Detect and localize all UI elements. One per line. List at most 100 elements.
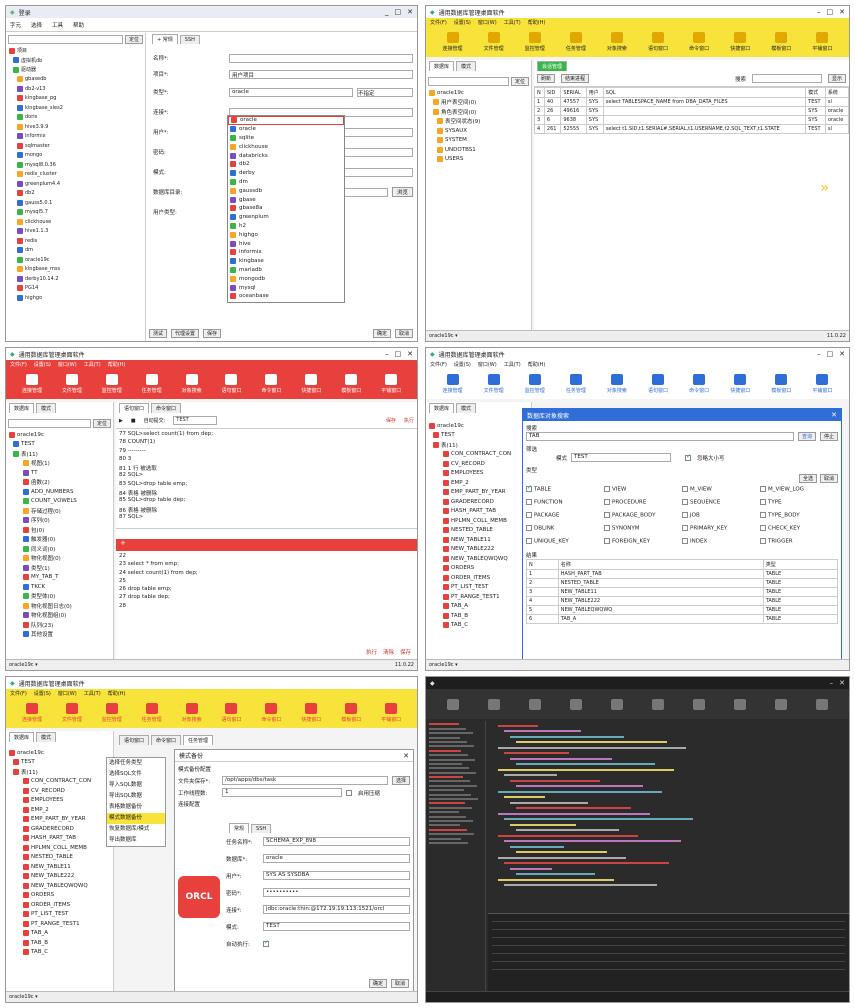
tree-item[interactable]: greenplum4.4 [9, 179, 145, 189]
minimize-button[interactable]: – [830, 679, 834, 687]
tree-item[interactable] [429, 811, 459, 814]
tree-item[interactable]: oracle19c [9, 748, 113, 758]
table-row[interactable]: 6 TAB_A TABLE [526, 614, 839, 624]
cancel-button[interactable]: 取消 [390, 979, 409, 988]
tree-item[interactable] [429, 727, 466, 730]
threads-input[interactable]: 1 [222, 788, 342, 797]
tree-item[interactable]: EMP_2 [9, 805, 113, 815]
tree-item[interactable] [429, 771, 476, 774]
tree-item[interactable]: redis_cluster [9, 170, 145, 180]
tree-item[interactable]: SYSAUX [429, 126, 531, 136]
tree-item[interactable]: EMPLOYEES [429, 469, 531, 479]
tab[interactable]: SSH [251, 824, 272, 833]
type-checkbox[interactable] [760, 538, 766, 545]
tree-item[interactable] [429, 806, 472, 809]
tree-item[interactable]: 其他设置 [9, 630, 113, 640]
tab[interactable]: 模式 [36, 403, 57, 413]
object-search-input[interactable]: TAB [526, 432, 794, 441]
type-option[interactable]: M_VIEW [682, 486, 760, 493]
toolbar-button[interactable] [679, 698, 720, 710]
menu-item[interactable]: 设置(S) [454, 361, 471, 368]
menu-item[interactable]: 工具(T) [84, 690, 101, 697]
table-row[interactable]: 2 NESTED_TABLE TABLE [526, 578, 839, 588]
tree-item[interactable]: TEST [429, 431, 531, 441]
toolbar-button[interactable] [720, 698, 761, 710]
tree-item[interactable]: clickhouse [9, 217, 145, 227]
type-option[interactable]: TRIGGER [760, 538, 838, 545]
toolbar-button[interactable] [596, 698, 637, 710]
tree-item[interactable] [429, 789, 464, 792]
tree-item[interactable]: 包(0) [9, 525, 113, 535]
tree-item[interactable]: EMP_PART_BY_YEAR [9, 815, 113, 825]
tree-item[interactable]: doris [9, 113, 145, 123]
toolbar-button[interactable]: 语句窗口 [637, 32, 678, 52]
maximize-button[interactable]: □ [827, 8, 834, 16]
menu-item[interactable]: 设置(S) [34, 361, 51, 368]
dropdown-option[interactable]: oceanbase [228, 292, 344, 301]
type-option[interactable]: TYPE [760, 499, 838, 506]
menu-item[interactable]: 帮助(H) [528, 361, 546, 368]
tree-item[interactable]: ADD_NUMBERS [9, 487, 113, 497]
table-row[interactable]: 1 HASH_PART_TAB TABLE [526, 569, 839, 579]
tab[interactable]: 数据库 [9, 732, 35, 742]
menu-item[interactable]: 窗口(W) [478, 361, 497, 368]
table-row[interactable]: 3 NEW_TABLE11 TABLE [526, 587, 839, 597]
type-option[interactable]: SYNONYM [604, 525, 682, 532]
tab-session[interactable]: 会话管理 [537, 61, 568, 71]
tab[interactable]: 常规 [229, 823, 250, 833]
connection-status[interactable]: oracle19c ▾ [429, 662, 458, 668]
toolbar-button[interactable]: 文件管理 [52, 703, 92, 723]
type-checkbox[interactable] [526, 525, 532, 532]
connection-status[interactable]: oracle19c ▾ [429, 333, 458, 339]
toolbar-button[interactable]: 快捷窗口 [720, 374, 761, 394]
tab[interactable]: 数据库 [429, 403, 455, 413]
browse-button[interactable]: 选择 [391, 776, 410, 785]
menu-item[interactable]: 帮助(H) [528, 19, 546, 26]
tree-item[interactable]: EMP_2 [429, 478, 531, 488]
menu-item[interactable]: 窗口(W) [58, 690, 77, 697]
toolbar-button[interactable]: 任务管理 [132, 703, 172, 723]
dropdown-option[interactable]: dm [228, 178, 344, 187]
compress-checkbox[interactable] [346, 789, 352, 796]
refresh-button[interactable]: 刷新 [537, 74, 556, 83]
tree-item[interactable]: TAB_A [9, 929, 113, 939]
tree-item[interactable]: oracle19c [429, 421, 531, 431]
type-option[interactable]: JOB [682, 512, 760, 519]
tree-item[interactable]: mysql5.7 [9, 208, 145, 218]
tree-item[interactable]: GRADERECORD [9, 824, 113, 834]
tree-item[interactable]: SYSTEM [429, 136, 531, 146]
task-path-input[interactable]: /opt/apps/dbs/task [222, 776, 388, 785]
toolbar-button[interactable] [432, 698, 473, 710]
stop-icon[interactable]: ■ [131, 418, 136, 424]
tree-item[interactable]: TAB_B [429, 611, 531, 621]
tree-item[interactable]: NESTED_TABLE [9, 853, 113, 863]
tree-item[interactable]: db2 [9, 189, 145, 199]
schema-input[interactable]: TEST [571, 453, 672, 462]
tree-item[interactable]: mongo [9, 151, 145, 161]
tree-item[interactable]: db2-v13 [9, 84, 145, 94]
tree-item[interactable]: TAB_C [9, 948, 113, 958]
dropdown-option[interactable]: h2 [228, 222, 344, 231]
tree-item[interactable] [429, 723, 459, 726]
tree-item[interactable]: PG14 [9, 284, 145, 294]
field-input[interactable]: jdbc:oracle:thin:@172.19.19.113:1521/orc… [263, 905, 410, 914]
tree-item[interactable] [429, 767, 469, 770]
table-row[interactable]: 5 NEW_TABLEQWQWQ TABLE [526, 605, 839, 615]
type-option[interactable]: M_VIEW_LOG [760, 486, 838, 493]
tree-item[interactable]: TAB_B [9, 938, 113, 948]
type-checkbox[interactable] [682, 499, 688, 506]
dropdown-option[interactable]: oracle [228, 125, 344, 134]
tree-item[interactable]: kingbase_pg [9, 94, 145, 104]
type-option[interactable]: PRIMARY_KEY [682, 525, 760, 532]
tree-item[interactable]: EMP_PART_BY_YEAR [429, 488, 531, 498]
display-button[interactable]: 显示 [827, 74, 846, 83]
type-option[interactable]: PACKAGE_BODY [604, 512, 682, 519]
tree-item[interactable]: kingbase_mss [9, 265, 145, 275]
type-option[interactable]: SEQUENCE [682, 499, 760, 506]
field-input[interactable]: SYS AS SYSDBA [263, 871, 410, 880]
tree-item[interactable]: GRADERECORD [429, 497, 531, 507]
tree-item[interactable]: USERS [429, 155, 531, 165]
tree-item[interactable] [429, 780, 470, 783]
toolbar-button[interactable]: 语句窗口 [637, 374, 678, 394]
tab[interactable]: 语句窗口 [119, 403, 150, 413]
